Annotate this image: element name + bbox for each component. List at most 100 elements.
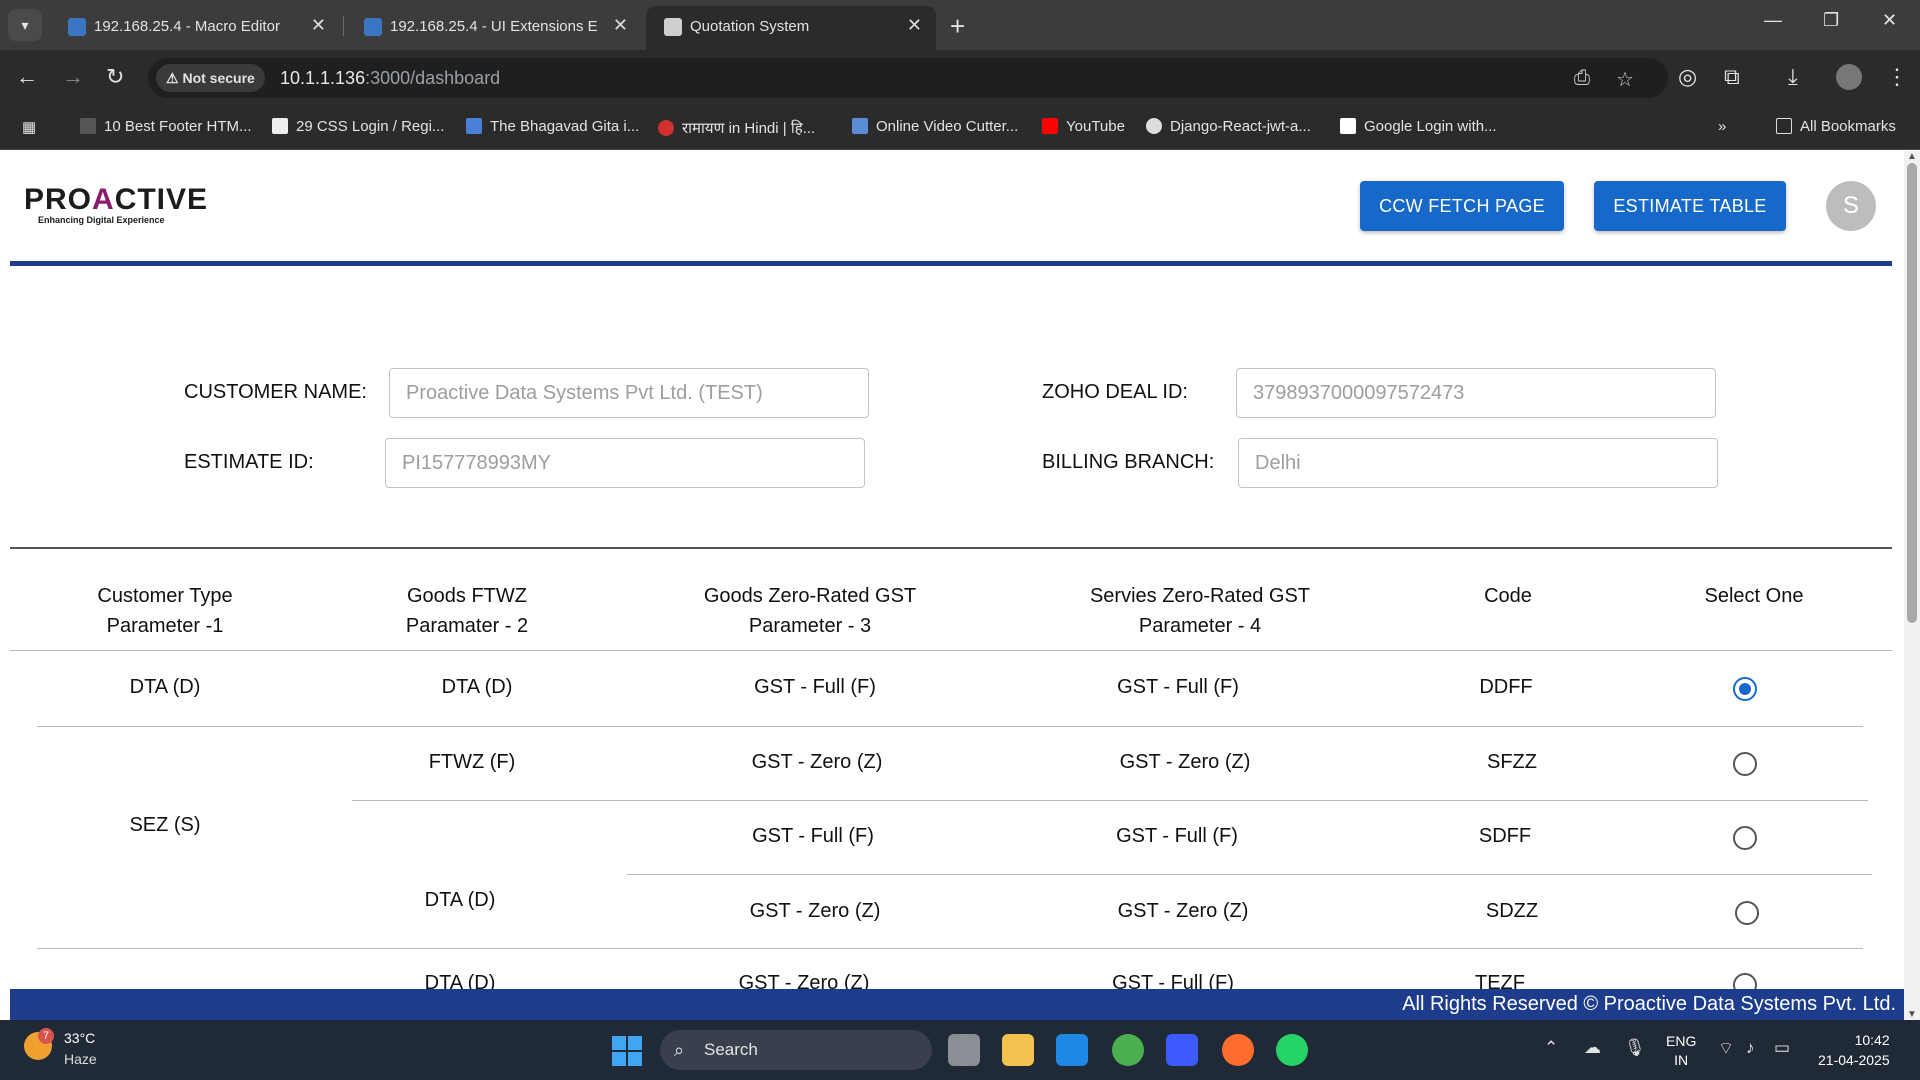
all-bookmarks[interactable]: All Bookmarks (1776, 118, 1896, 135)
tab-search-button[interactable]: ▾ (8, 9, 42, 41)
logo-wordmark: PROACTIVE (24, 183, 209, 216)
bookmark-label: Online Video Cutter... (876, 118, 1019, 135)
bookmark-label: YouTube (1066, 118, 1125, 135)
wifi-icon[interactable]: ⌔ (1718, 1038, 1734, 1059)
code-cell: DDFF (1479, 676, 1533, 698)
weather-badge: 7 (38, 1028, 54, 1044)
billing-branch-field[interactable]: Delhi (1238, 438, 1718, 488)
row-divider (37, 726, 1863, 727)
back-icon[interactable]: ← (16, 64, 38, 90)
all-bookmarks-label: All Bookmarks (1800, 118, 1896, 135)
security-chip[interactable]: ⚠ Not secure (156, 64, 265, 92)
page-scrollbar[interactable]: ▲ ▼ (1904, 151, 1920, 1020)
tab-quotation-system[interactable]: Quotation System ✕ (646, 6, 936, 50)
proactive-logo[interactable]: PROACTIVE Enhancing Digital Experience (24, 183, 208, 225)
extensions-puzzle-icon[interactable]: ⧉ (1724, 64, 1740, 90)
select-radio-sdff[interactable] (1733, 826, 1757, 850)
bookmark-item[interactable]: रामायण in Hindi | हि... (658, 118, 815, 138)
close-tab-icon[interactable]: ✕ (907, 15, 922, 36)
new-tab-icon[interactable]: + (950, 11, 965, 42)
goods-gst-cell: GST - Zero (Z) (749, 900, 881, 922)
bookmarks-bar: ▦ 10 Best Footer HTM... 29 CSS Login / R… (0, 106, 1920, 150)
css-site-icon (272, 118, 288, 134)
estimate-table-button[interactable]: ESTIMATE TABLE (1594, 181, 1786, 231)
whatsapp-icon[interactable] (1276, 1034, 1308, 1066)
system-clock[interactable]: 10:42 21-04-2025 (1818, 1030, 1890, 1070)
onedrive-icon[interactable]: ☁ (1584, 1038, 1601, 1058)
warning-icon: ⚠ (166, 70, 183, 86)
zoho-deal-id-field[interactable]: 3798937000097572473 (1236, 368, 1716, 418)
omnibox[interactable]: ⚠ Not secure 10.1.1.136:3000/dashboard ⎙… (148, 58, 1668, 98)
minimize-icon[interactable]: — (1764, 10, 1782, 31)
forward-icon[interactable]: → (62, 64, 84, 90)
chrome-icon[interactable] (1112, 1034, 1144, 1066)
volume-icon[interactable]: ♪ (1746, 1038, 1755, 1058)
more-bookmarks-icon[interactable]: » (1718, 118, 1726, 135)
select-radio-sfzz[interactable] (1733, 752, 1757, 776)
apps-grid-icon[interactable]: ▦ (22, 118, 36, 136)
bookmark-label: 10 Best Footer HTM... (104, 118, 252, 135)
file-explorer-icon[interactable] (1002, 1034, 1034, 1066)
language-indicator[interactable]: ENG IN (1666, 1032, 1696, 1070)
task-view-icon[interactable] (948, 1034, 980, 1066)
bookmark-item[interactable]: Google Login with... (1340, 118, 1497, 135)
tab-ui-extensions[interactable]: 192.168.25.4 - UI Extensions Edi ✕ (346, 6, 642, 50)
estimate-id-label: ESTIMATE ID: (184, 451, 314, 473)
code-cell: SDFF (1478, 825, 1532, 847)
estimate-id-field[interactable]: PI157778993MY (385, 438, 865, 488)
cisco-favicon-icon (364, 18, 382, 36)
close-window-icon[interactable]: ✕ (1882, 10, 1897, 31)
url-text[interactable]: 10.1.1.136:3000/dashboard (280, 68, 500, 89)
select-radio-ddff[interactable] (1733, 677, 1757, 701)
reload-icon[interactable]: ↻ (106, 64, 124, 90)
vscode-icon[interactable] (1056, 1034, 1088, 1066)
close-tab-icon[interactable]: ✕ (311, 15, 326, 36)
extension-record-icon[interactable]: ◎ (1678, 64, 1697, 90)
taskbar-search[interactable]: ⌕ Search (660, 1030, 932, 1070)
bookmark-star-icon[interactable]: ☆ (1616, 67, 1634, 92)
battery-icon[interactable]: ▭ (1774, 1038, 1790, 1058)
install-app-icon[interactable]: ⎙ (1574, 67, 1590, 90)
search-label: Search (704, 1040, 758, 1059)
ccw-fetch-page-button[interactable]: CCW FETCH PAGE (1360, 181, 1564, 231)
youtube-icon (1042, 118, 1058, 134)
goods-ftwz-cell: DTA (D) (424, 889, 496, 911)
bookmark-label: 29 CSS Login / Regi... (296, 118, 445, 135)
download-icon[interactable]: ⤓ (1788, 64, 1798, 90)
bookmark-item[interactable]: Online Video Cutter... (852, 118, 1018, 135)
bookmark-item[interactable]: The Bhagavad Gita i... (466, 118, 639, 135)
page-content: PROACTIVE Enhancing Digital Experience C… (0, 151, 1904, 1020)
header-select-one: Select One (1704, 585, 1804, 607)
tab-title: Quotation System (690, 18, 810, 35)
bookmark-item[interactable]: 29 CSS Login / Regi... (272, 118, 444, 135)
header-row-divider (10, 650, 1892, 651)
temperature[interactable]: 33°C (64, 1030, 95, 1046)
microphone-icon[interactable]: 🎙 (1624, 1038, 1646, 1058)
page-footer: All Rights Reserved © Proactive Data Sys… (10, 989, 1904, 1020)
folder-icon (1776, 118, 1792, 134)
select-radio-sdzz[interactable] (1735, 901, 1759, 925)
billing-branch-label: BILLING BRANCH: (1042, 451, 1215, 473)
goods-gst-cell: GST - Zero (Z) (751, 751, 883, 773)
scroll-up-arrow-icon[interactable]: ▲ (1907, 151, 1917, 162)
scrollbar-thumb[interactable] (1907, 163, 1917, 623)
profile-avatar[interactable] (1836, 64, 1862, 90)
header-goods-gst: Goods Zero-Rated GST Parameter - 3 (703, 585, 917, 637)
user-avatar[interactable]: S (1826, 181, 1876, 231)
goods-gst-cell: GST - Full (F) (754, 676, 876, 698)
tab-macro-editor[interactable]: 192.168.25.4 - Macro Editor ✕ (50, 6, 340, 50)
kebab-menu-icon[interactable]: ⋮ (1886, 64, 1908, 90)
bookmark-item[interactable]: Django-React-jwt-a... (1146, 118, 1311, 135)
postman-icon[interactable] (1222, 1034, 1254, 1066)
goods-ftwz-cell: FTWZ (F) (428, 751, 516, 773)
show-hidden-icons[interactable]: ⌃ (1544, 1038, 1558, 1058)
restore-icon[interactable]: ❐ (1823, 10, 1839, 31)
windows-start-icon[interactable] (612, 1036, 642, 1066)
customer-name-field[interactable]: Proactive Data Systems Pvt Ltd. (TEST) (389, 368, 869, 418)
services-gst-cell: GST - Full (F) (1116, 825, 1238, 847)
scroll-down-arrow-icon[interactable]: ▼ (1907, 1009, 1917, 1020)
bookmark-item[interactable]: YouTube (1042, 118, 1125, 135)
webex-icon[interactable] (1166, 1034, 1198, 1066)
bookmark-item[interactable]: 10 Best Footer HTM... (80, 118, 252, 135)
close-tab-icon[interactable]: ✕ (613, 15, 628, 36)
